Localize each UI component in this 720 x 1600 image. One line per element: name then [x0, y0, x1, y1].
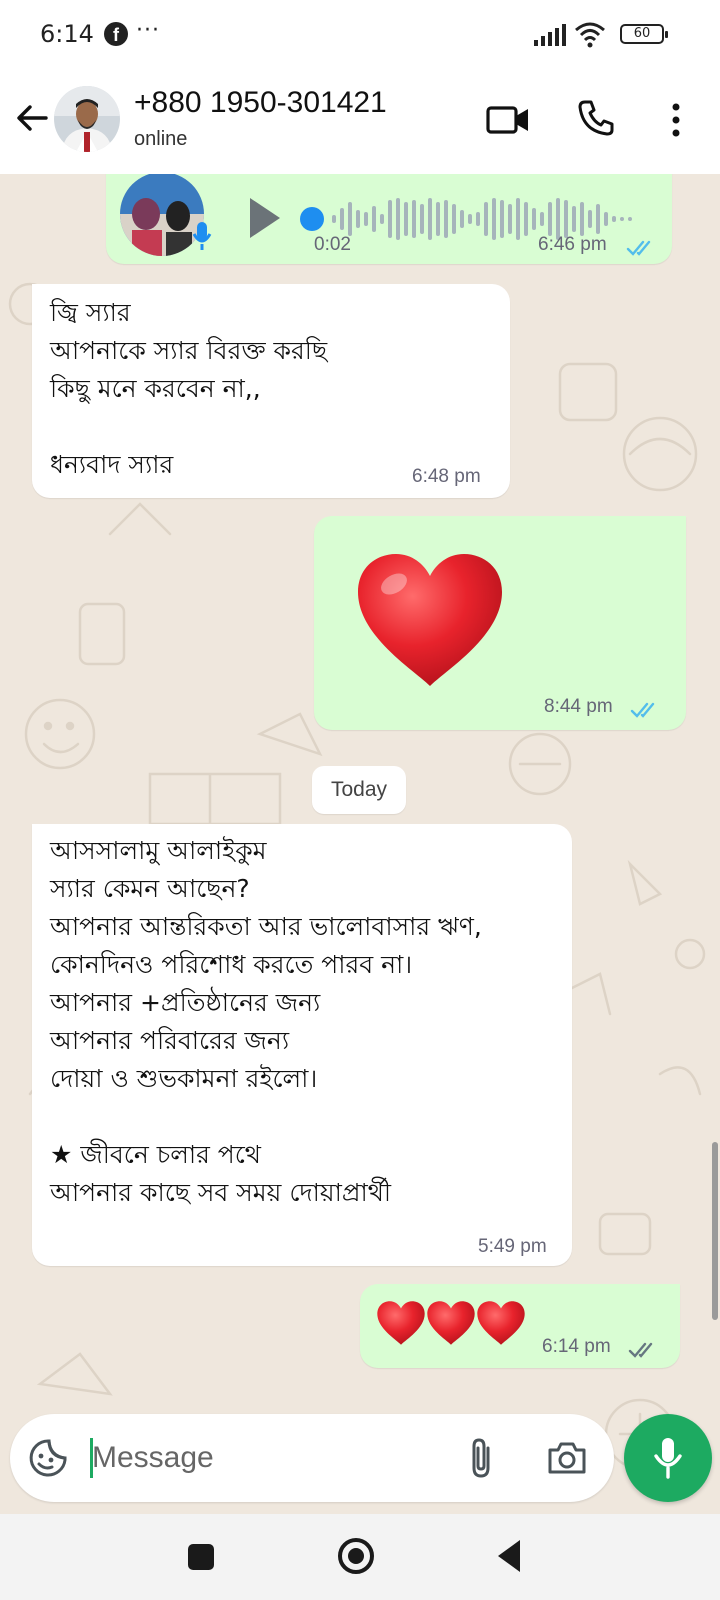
chat-header: +880 1950-301421 online [0, 68, 720, 174]
home-icon[interactable] [336, 1536, 376, 1576]
wifi-icon [575, 22, 605, 48]
video-call-icon[interactable] [486, 102, 530, 138]
incoming-message-bubble[interactable]: জ্বি স্যার আপনাকে স্যার বিরক্ত করছি কিছু… [32, 284, 510, 498]
camera-icon[interactable] [546, 1438, 588, 1478]
more-notifications-indicator: ··· [136, 18, 160, 43]
incoming-message-bubble[interactable]: আসসালামু আলাইকুম স্যার কেমন আছেন? আপনার … [32, 824, 572, 1266]
battery-indicator: 60 [620, 24, 668, 44]
contact-status: online [134, 128, 188, 150]
voice-record-button[interactable] [624, 1414, 712, 1502]
system-navigation-bar [0, 1514, 720, 1600]
message-composer [10, 1414, 614, 1502]
signal-icon [534, 24, 566, 46]
message-time: 6:46 pm [538, 234, 607, 255]
phone-icon[interactable] [576, 98, 616, 138]
outgoing-emoji-bubble[interactable]: 6:14 pm [360, 1284, 680, 1368]
date-separator: Today [312, 766, 406, 814]
heart-emoji [358, 554, 502, 686]
outgoing-emoji-bubble[interactable]: 8:44 pm [314, 516, 686, 730]
paperclip-icon[interactable] [464, 1436, 498, 1480]
heart-emoji [477, 1301, 525, 1345]
back-nav-icon[interactable] [494, 1538, 524, 1574]
microphone-icon [654, 1438, 682, 1479]
heart-emoji [377, 1301, 425, 1345]
sticker-emoji-icon[interactable] [28, 1438, 68, 1478]
contact-name[interactable]: +880 1950-301421 [134, 86, 387, 120]
recent-apps-icon[interactable] [186, 1542, 216, 1572]
message-time: 8:44 pm [544, 696, 613, 717]
message-input[interactable] [92, 1430, 452, 1486]
contact-avatar[interactable] [54, 86, 120, 152]
status-time: 6:14 [40, 20, 94, 48]
facebook-notification-icon: f [104, 22, 128, 46]
delivered-ticks-icon [628, 1342, 653, 1358]
message-time: 6:48 pm [412, 466, 481, 487]
status-bar: 6:14 f ··· 60 [0, 0, 720, 68]
voice-message-bubble[interactable]: 0:02 6:46 pm [106, 174, 672, 264]
heart-emoji [427, 1301, 475, 1345]
voice-duration: 0:02 [314, 234, 351, 255]
arrow-left-icon[interactable] [12, 98, 52, 138]
microphone-badge-icon [192, 222, 212, 250]
more-vert-icon[interactable] [664, 102, 688, 138]
play-icon[interactable] [246, 195, 284, 241]
message-text: আসসালামু আলাইকুম স্যার কেমন আছেন? আপনার … [50, 836, 482, 1207]
message-time: 5:49 pm [478, 1236, 547, 1257]
scrollbar-thumb[interactable] [712, 1142, 718, 1320]
message-time: 6:14 pm [542, 1336, 611, 1357]
read-ticks-icon [626, 240, 651, 256]
message-text: জ্বি স্যার আপনাকে স্যার বিরক্ত করছি কিছু… [50, 298, 328, 479]
chat-area[interactable]: 0:02 6:46 pm জ্বি স্যার আপনাকে স্যার বির… [0, 174, 720, 1514]
read-ticks-icon [630, 702, 655, 718]
